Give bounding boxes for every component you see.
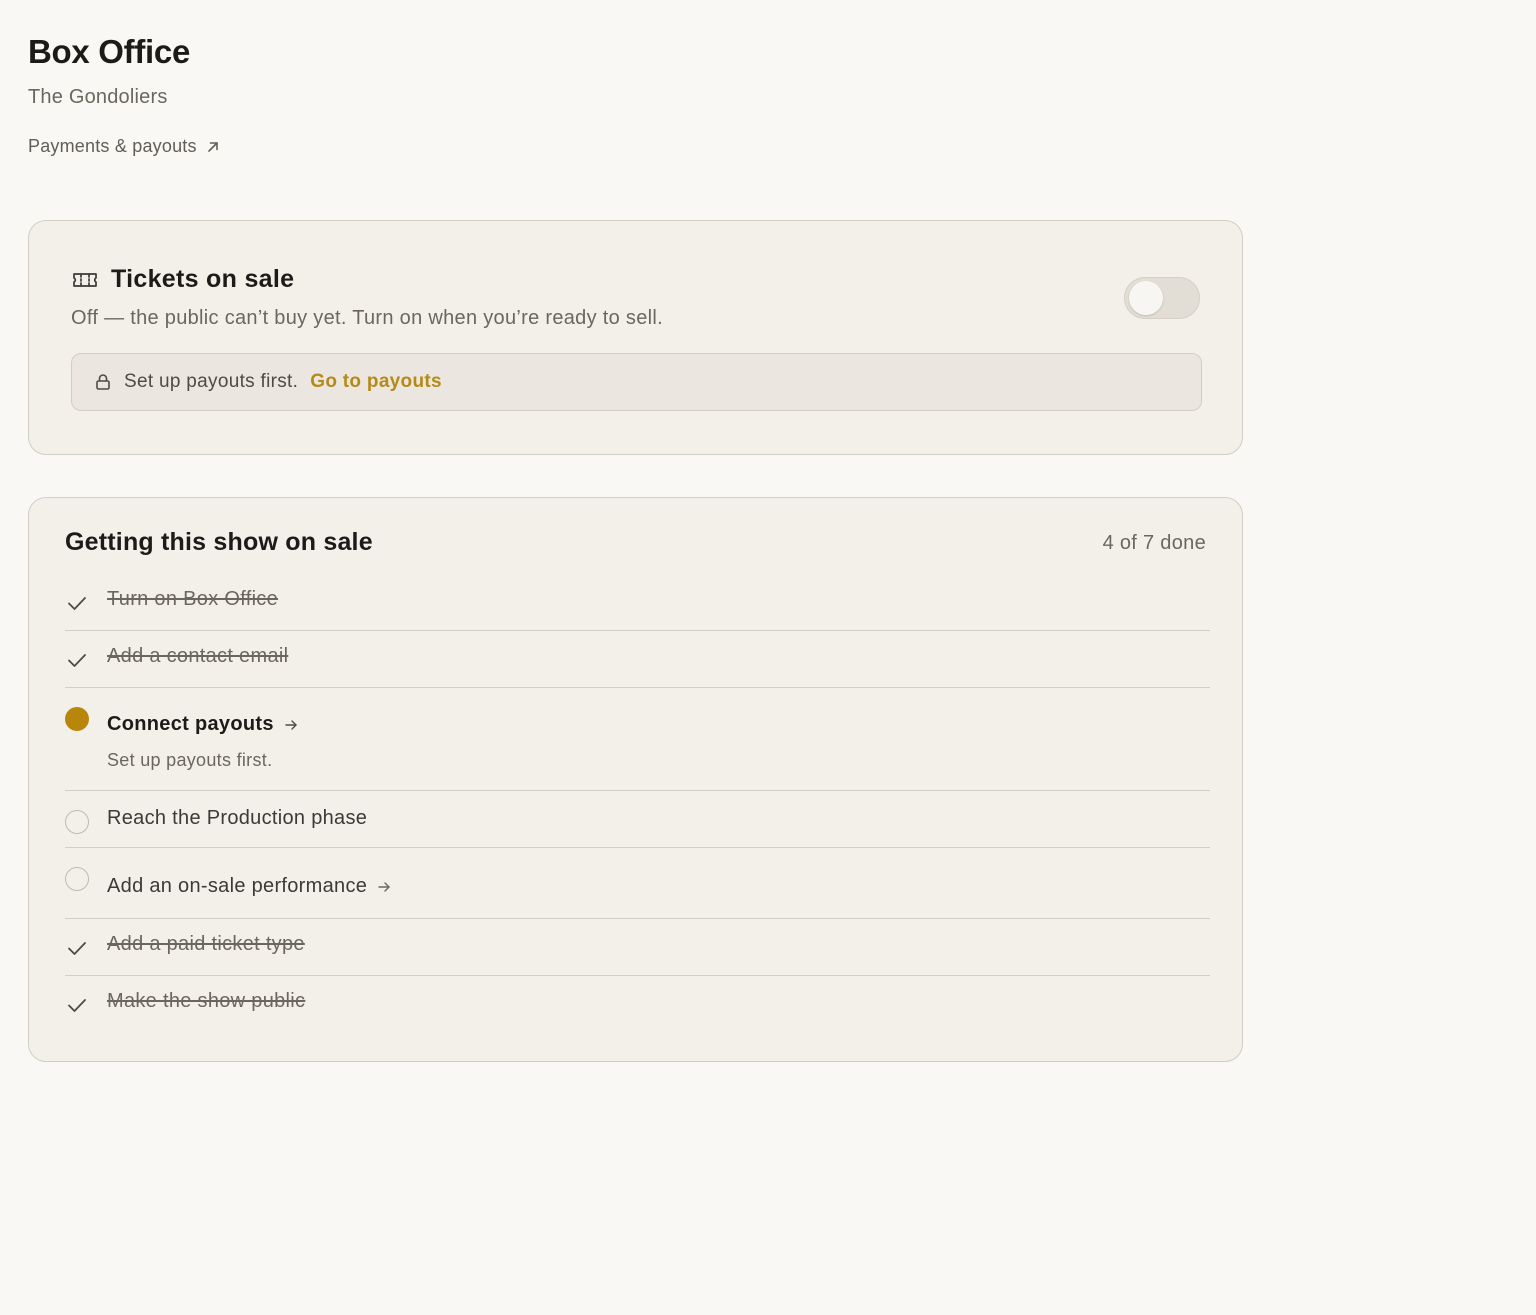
checklist-item-add-contact-email: Add a contact email	[65, 631, 1210, 688]
checklist-item-link[interactable]: Connect payouts	[107, 713, 298, 736]
tickets-on-sale-title: Tickets on sale	[111, 265, 295, 293]
notice-text: Set up payouts first.	[124, 371, 299, 392]
checklist-title: Getting this show on sale	[65, 528, 373, 556]
check-icon	[68, 999, 86, 1012]
arrow-right-icon	[378, 882, 390, 892]
payments-payouts-link[interactable]: Payments & payouts	[28, 136, 221, 157]
tickets-on-sale-heading: Tickets on sale	[71, 265, 294, 294]
checklist-item-reach-production-phase: Reach the Production phase	[65, 791, 1210, 848]
checklist-item-label: Add a paid ticket type	[107, 933, 305, 955]
page-title: Box Office	[28, 33, 191, 70]
on-sale-checklist-card: Getting this show on sale 4 of 7 done Tu…	[28, 497, 1243, 1062]
check-icon	[68, 654, 86, 667]
checklist-item-label: Add an on-sale performance	[107, 875, 368, 897]
empty-circle-icon	[65, 810, 89, 834]
checklist-progress: 4 of 7 done	[1102, 532, 1206, 554]
toggle-knob	[1129, 281, 1163, 315]
checklist-item-label: Turn on Box Office	[107, 588, 279, 610]
check-icon	[68, 942, 86, 955]
page-header: Box Office The Gondoliers Payments & pay…	[28, 30, 221, 157]
ticket-icon	[73, 272, 97, 287]
external-arrow-icon	[207, 141, 218, 152]
payouts-required-notice: Set up payouts first. Go to payouts	[71, 353, 1202, 411]
checklist-item-add-on-sale-performance[interactable]: Add an on-sale performance	[65, 848, 1210, 919]
tickets-on-sale-description: Off — the public can’t buy yet. Turn on …	[71, 307, 663, 329]
show-name: The Gondoliers	[28, 86, 168, 108]
checklist-item-label: Make the show public	[107, 990, 306, 1012]
tickets-on-sale-card: Tickets on sale Off — the public can’t b…	[28, 220, 1243, 455]
arrow-right-icon	[285, 720, 297, 730]
checklist-item-detail: Set up payouts first.	[107, 750, 273, 770]
checklist-item-add-paid-ticket-type: Add a paid ticket type	[65, 919, 1210, 976]
checklist-item-label: Add a contact email	[107, 645, 289, 667]
payments-payouts-label: Payments & payouts	[28, 136, 197, 156]
empty-circle-icon	[65, 867, 89, 891]
checklist-item-link[interactable]: Add an on-sale performance	[107, 875, 391, 898]
checklist-item-label: Reach the Production phase	[107, 807, 368, 829]
tickets-on-sale-toggle[interactable]	[1124, 277, 1200, 319]
checklist: Turn on Box Office Add a contact email C…	[65, 574, 1210, 1033]
checklist-item-connect-payouts[interactable]: Connect payouts Set up payouts first.	[65, 688, 1210, 791]
current-step-dot	[65, 707, 89, 731]
lock-icon	[96, 374, 110, 390]
checklist-item-make-show-public: Make the show public	[65, 976, 1210, 1033]
check-icon	[68, 597, 86, 610]
box-office-page: Box Office The Gondoliers Payments & pay…	[0, 0, 1536, 1315]
checklist-item-label: Connect payouts	[107, 713, 274, 735]
go-to-payouts-link[interactable]: Go to payouts	[310, 371, 442, 393]
checklist-item-turn-on-box-office: Turn on Box Office	[65, 574, 1210, 631]
